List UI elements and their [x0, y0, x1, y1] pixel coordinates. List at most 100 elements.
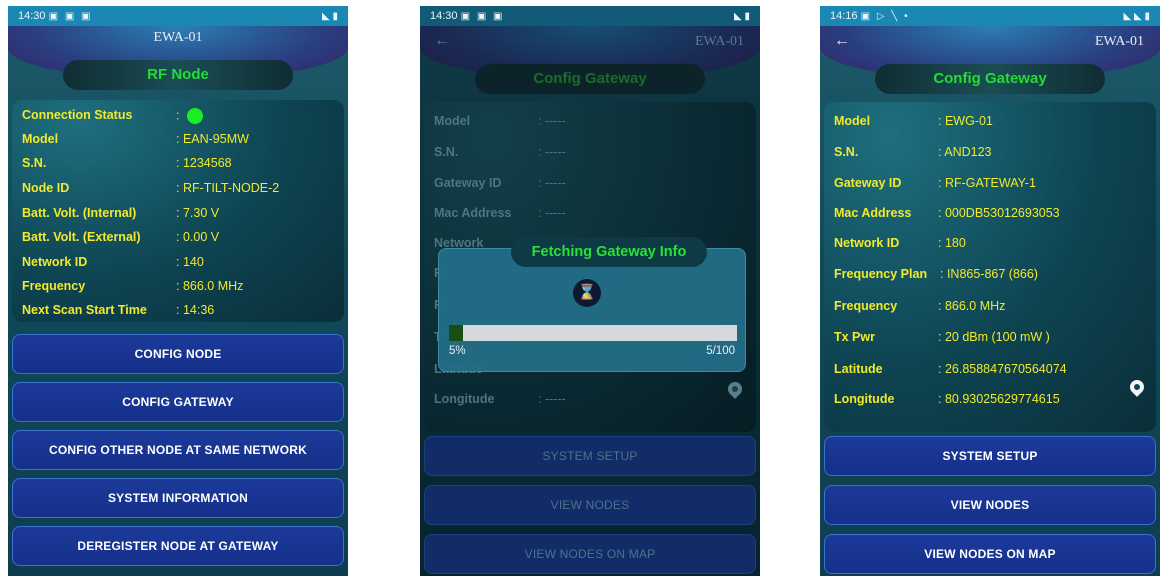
row-value: : 140 — [176, 255, 204, 269]
row-label: Mac Address — [434, 206, 512, 220]
system-setup-button[interactable]: SYSTEM SETUP — [424, 436, 756, 476]
location-pin-icon[interactable] — [1127, 377, 1147, 397]
row-sn: S.N. : 1234568 — [22, 156, 232, 170]
row-node-id: Node ID: RF-TILT-NODE-2 — [22, 181, 279, 195]
row-label: Model — [434, 114, 471, 128]
status-bar: 14:16 ▣ ▷ ╲ • ◣ ◣ ▮ — [820, 6, 1160, 26]
row-gateway-id: Gateway ID : RF-GATEWAY-1 — [834, 176, 1036, 190]
row-network-id: Network ID : 140 — [22, 255, 204, 269]
dialog-title: Fetching Gateway Info — [511, 237, 707, 267]
row-value: : RF-TILT-NODE-2 — [176, 181, 280, 195]
row-value: : 866.0 MHz — [176, 279, 244, 293]
row-label: Latitude — [834, 362, 883, 376]
status-bar: 14:30 ▣ ▣ ▣ ◣ ▮ — [420, 6, 760, 26]
row-label: Model — [22, 132, 59, 146]
row-batt-internal: Batt. Volt. (Internal) : 7.30 V — [22, 206, 219, 220]
page-title: EWA-01 — [153, 30, 203, 45]
row-value: : ----- — [538, 176, 566, 190]
row-sn: S.N. : AND123 — [834, 145, 992, 159]
row-value: : EAN-95MW — [176, 132, 249, 146]
view-nodes-on-map-button[interactable]: VIEW NODES ON MAP — [424, 534, 756, 574]
row-gateway-id: Gateway ID : ----- — [434, 176, 566, 190]
view-nodes-button[interactable]: VIEW NODES — [424, 485, 756, 525]
progress-percent: 5% — [449, 345, 466, 357]
config-other-node-button[interactable]: CONFIG OTHER NODE AT SAME NETWORK — [12, 430, 344, 470]
row-value: : 0.00 V — [176, 230, 220, 244]
row-connection-status: Connection Status : — [22, 108, 204, 124]
fetching-dialog: Fetching Gateway Info ⌛ 5% 5/100 — [438, 237, 746, 372]
row-value: : 26.858847670564074 — [938, 362, 1067, 376]
notification-icons: ▣ ▷ ╲ • — [860, 11, 910, 22]
row-model: Model : EAN-95MW — [22, 132, 249, 146]
row-label: Frequency — [22, 279, 86, 293]
row-label: Longitude — [834, 392, 895, 406]
row-label: Network ID — [834, 236, 900, 250]
deregister-node-button[interactable]: DEREGISTER NODE AT GATEWAY — [12, 526, 344, 566]
row-latitude: Latitude : 26.858847670564074 — [834, 362, 1067, 376]
row-tx-pwr: Tx Pwr : 20 dBm (100 mW ) — [834, 330, 1050, 344]
row-sn: S.N. : ----- — [434, 145, 566, 159]
row-label: Frequency Plan — [834, 267, 928, 281]
gateway-info-card: Model : EWG-01 S.N. : AND123 Gateway ID : R… — [824, 102, 1156, 432]
row-value: : RF-GATEWAY-1 — [938, 176, 1036, 190]
phone-screen-config-gateway: 14:16 ▣ ▷ ╲ • ◣ ◣ ▮ ← EWA-01 Config Gate… — [820, 6, 1160, 576]
section-pill: Config Gateway — [475, 64, 705, 94]
node-info-card: Connection Status : Model : EAN-95MW S.N.… — [12, 100, 344, 322]
row-label: Longitude — [434, 392, 495, 406]
section-pill: Config Gateway — [875, 64, 1105, 94]
row-label: Tx Pwr — [834, 330, 875, 344]
config-node-button[interactable]: CONFIG NODE — [12, 334, 344, 374]
notification-icons: ▣ ▣ ▣ — [460, 11, 505, 22]
view-nodes-button[interactable]: VIEW NODES — [824, 485, 1156, 525]
progress-fill — [449, 325, 464, 341]
progress-bar — [449, 325, 737, 341]
row-value: : 000DB53012693053 — [938, 206, 1060, 220]
row-value: : ----- — [538, 145, 566, 159]
row-value: : 7.30 V — [176, 206, 220, 220]
row-value: : EWG-01 — [938, 114, 993, 128]
status-time: 14:30 — [430, 10, 458, 22]
row-frequency: Frequency : 866.0 MHz — [22, 279, 243, 293]
row-value: : 14:36 — [176, 303, 215, 317]
view-nodes-on-map-button[interactable]: VIEW NODES ON MAP — [824, 534, 1156, 574]
row-label: S.N. — [434, 145, 459, 159]
config-gateway-button[interactable]: CONFIG GATEWAY — [12, 382, 344, 422]
row-label: Next Scan Start Time — [22, 303, 147, 317]
status-time: 14:16 — [830, 10, 858, 22]
row-value: : 20 dBm (100 mW ) — [938, 330, 1050, 344]
system-information-button[interactable]: SYSTEM INFORMATION — [12, 478, 344, 518]
row-value: : IN865-867 (866) — [940, 267, 1038, 281]
row-frequency: Frequency: 866.0 MHz — [834, 299, 1005, 313]
row-label: Batt. Volt. (Internal) — [22, 206, 137, 220]
signal-battery-icon: ◣ ▮ — [322, 10, 338, 22]
phone-screen-rf-node: 14:30 ▣ ▣ ▣ ◣ ▮ EWA-01 RF Node Connectio… — [8, 6, 348, 576]
phone-screen-config-gateway-loading: 14:30 ▣ ▣ ▣ ◣ ▮ ← EWA-01 Config Gateway … — [420, 6, 760, 576]
row-longitude: Longitude : 80.93025629774615 — [834, 392, 1060, 406]
row-label: Gateway ID — [434, 176, 502, 190]
hourglass-icon: ⌛ — [573, 279, 601, 307]
status-dot-icon — [187, 108, 204, 124]
row-label: Model — [834, 114, 871, 128]
row-value: : ----- — [538, 392, 566, 406]
row-value: : 866.0 MHz — [938, 299, 1006, 313]
location-pin-icon[interactable] — [725, 379, 745, 399]
status-time: 14:30 — [18, 10, 46, 22]
row-value: : ----- — [538, 114, 566, 128]
signal-battery-icon: ◣ ◣ ▮ — [1123, 10, 1150, 22]
row-network-id: Network ID: 180 — [834, 236, 966, 250]
row-label: S.N. — [22, 156, 47, 170]
row-value: : 80.93025629774615 — [938, 392, 1060, 406]
status-bar: 14:30 ▣ ▣ ▣ ◣ ▮ — [8, 6, 348, 26]
page-title: EWA-01 — [1095, 34, 1144, 49]
row-value: : AND123 — [938, 145, 992, 159]
signal-battery-icon: ◣ ▮ — [734, 10, 750, 22]
row-label: Network ID — [22, 255, 88, 269]
progress-count: 5/100 — [706, 345, 735, 357]
row-label: S.N. — [834, 145, 859, 159]
row-value: : ----- — [538, 206, 566, 220]
row-frequency-plan: Frequency Plan : IN865-867 (866) — [834, 267, 1038, 281]
row-value: : — [176, 108, 204, 124]
row-label: Gateway ID — [834, 176, 902, 190]
system-setup-button[interactable]: SYSTEM SETUP — [824, 436, 1156, 476]
row-value: : 1234568 — [176, 156, 232, 170]
